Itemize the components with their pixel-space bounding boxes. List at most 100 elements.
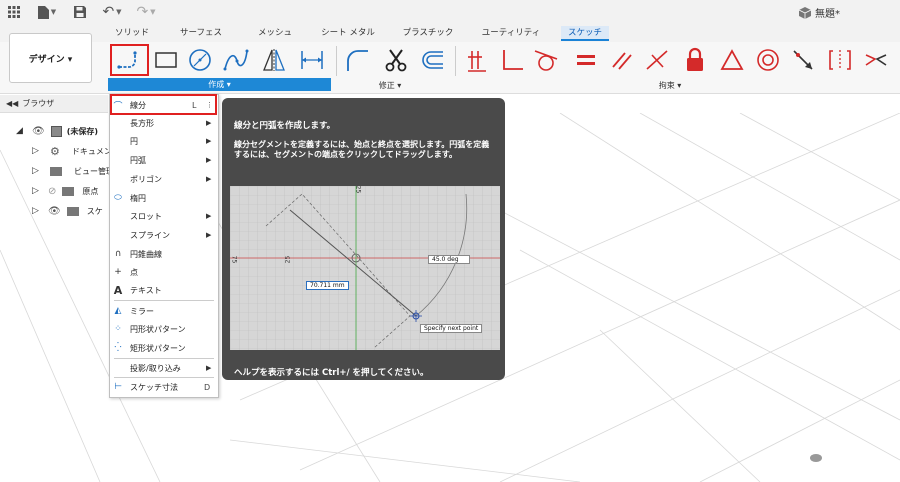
spline-icon (223, 49, 249, 71)
concentric-constraint-button[interactable] (754, 46, 782, 74)
equal-constraint-button[interactable] (572, 46, 600, 74)
ellipse-icon: ⬭ (114, 193, 122, 203)
fillet-tool-button[interactable] (343, 46, 371, 74)
dimension-label-left: 75 (230, 255, 238, 264)
menu-item-text[interactable]: A テキスト (110, 281, 218, 299)
save-button[interactable] (72, 3, 88, 21)
parallel-constraint-button[interactable] (608, 46, 636, 74)
symmetry-constraint-button[interactable] (862, 46, 890, 74)
tree-item-label: 原点 (82, 186, 99, 196)
triangle-constraint-button[interactable] (718, 46, 746, 74)
eye-hidden-icon[interactable]: ⊘ (48, 186, 56, 197)
mirror-tool-button[interactable] (260, 46, 288, 74)
undo-icon: ↶ (102, 4, 115, 20)
tab-surface[interactable]: サーフェス (175, 26, 227, 41)
coincident-constraint-button[interactable] (789, 46, 817, 74)
collinear-icon (829, 50, 851, 70)
create-dropdown-menu: ⌒ 線分 L ⋮ 長方形 ▶ 円 ▶ 円弧 ▶ ポリゴン ▶ ⬭ 楕円 スロット ▶ スプラ… (109, 94, 219, 398)
expand-triangle-icon[interactable]: ▷ (32, 186, 42, 196)
fix-constraint-button[interactable] (463, 46, 491, 74)
document-title: 無題* (799, 5, 840, 20)
menu-item-sketch-dimension[interactable]: ⊢ スケッチ寸法 D (110, 378, 218, 396)
perpendicular-constraint-button[interactable] (498, 46, 526, 74)
menu-item-arc[interactable]: 円弧 ▶ (110, 151, 218, 169)
menu-item-polygon[interactable]: ポリゴン ▶ (110, 170, 218, 188)
tab-sketch[interactable]: スケッチ (561, 26, 609, 41)
mirror-icon (263, 49, 285, 71)
file-menu-button[interactable]: ▼ (34, 3, 60, 21)
fix-lock-button[interactable] (681, 46, 709, 74)
constraints-group-menu[interactable]: 拘束 ▾ (640, 80, 700, 92)
mirror-icon: ◭ (114, 306, 122, 316)
sketch-dimension-button[interactable] (298, 46, 326, 74)
menu-item-point[interactable]: + 点 (110, 263, 218, 281)
trim-tool-button[interactable] (382, 46, 410, 74)
tab-solid[interactable]: ソリッド (112, 26, 152, 41)
spline-tool-button[interactable] (222, 46, 250, 74)
menu-item-slot[interactable]: スロット ▶ (110, 207, 218, 225)
cursor-prompt-tag: Specify next point (420, 324, 483, 333)
file-icon (37, 5, 49, 19)
triangle-icon (720, 49, 744, 70)
tangent-icon (534, 50, 558, 71)
dimension-icon: ⊢ (114, 382, 122, 392)
menu-item-project-include[interactable]: 投影/取り込み ▶ (110, 359, 218, 377)
grid-menu-icon[interactable] (6, 3, 22, 21)
cube-icon (799, 6, 811, 19)
tree-item-root[interactable]: ◢ 👁 (未保存) (16, 122, 98, 140)
point-icon: + (114, 267, 122, 277)
line-tool-highlight (110, 44, 149, 76)
expand-triangle-icon[interactable]: ▷ (32, 146, 42, 156)
menu-item-conic-curve[interactable]: ∩ 円錐曲線 (110, 245, 218, 263)
circle-tool-button[interactable] (186, 46, 214, 74)
create-group-menu[interactable]: 作成 ▾ (108, 78, 331, 91)
undo-button[interactable]: ↶ ▼ (98, 3, 126, 21)
tree-item-origin[interactable]: ▷ ⊘ 原点 (32, 182, 98, 200)
conic-icon: ∩ (114, 249, 122, 259)
menu-item-circular-pattern[interactable]: ⁘ 円形状パターン (110, 320, 218, 338)
scissors-icon (385, 49, 407, 72)
create-group-label: 作成 ▾ (208, 80, 231, 89)
origin-marker (810, 454, 822, 462)
tab-mesh[interactable]: メッシュ (255, 26, 295, 41)
menu-item-ellipse[interactable]: ⬭ 楕円 (110, 189, 218, 207)
tab-sheet-metal[interactable]: シート メタル (318, 26, 378, 41)
line-menu-highlight (110, 94, 217, 115)
menu-item-spline[interactable]: スプライン ▶ (110, 226, 218, 244)
workspace-switcher-button[interactable]: デザイン ▾ (9, 33, 92, 83)
offset-tool-button[interactable] (418, 46, 446, 74)
tab-utility[interactable]: ユーティリティ (480, 26, 542, 41)
tree-item-sketches[interactable]: ▷ 👁 スケ (32, 202, 103, 220)
tree-item-document-settings[interactable]: ▷ ⚙ ドキュメン (32, 142, 112, 160)
eye-icon[interactable]: 👁 (48, 206, 61, 217)
expand-triangle-icon[interactable]: ▷ (32, 206, 42, 216)
redo-button[interactable]: ↷ ▼ (132, 3, 160, 21)
submenu-arrow-icon: ▶ (206, 231, 212, 239)
ribbon-tabs: ソリッド サーフェス メッシュ シート メタル プラスチック ユーティリティ ス… (0, 24, 900, 42)
browser-header[interactable]: ◀◀ ブラウザ (0, 95, 108, 113)
collapse-icon[interactable]: ◀◀ (6, 99, 18, 108)
collinear-constraint-button[interactable] (826, 46, 854, 74)
menu-item-rectangle[interactable]: 長方形 ▶ (110, 114, 218, 132)
document-title-text: 無題* (815, 9, 840, 20)
tree-item-named-views[interactable]: ▷ ビュー管理 (32, 162, 114, 180)
midpoint-constraint-button[interactable] (643, 46, 671, 74)
tooltip-help-hint: ヘルプを表示するには Ctrl+/ を押してください。 (234, 368, 429, 378)
rectangle-tool-button[interactable] (152, 46, 180, 74)
tooltip-illustration: 25 25 75 45.0 deg 70.711 mm Specify next… (230, 186, 500, 350)
menu-item-mirror[interactable]: ◭ ミラー (110, 302, 218, 320)
menu-item-rectangular-pattern[interactable]: ⁛ 矩形状パターン (110, 339, 218, 357)
tree-item-label: スケ (86, 206, 103, 216)
tab-plastic[interactable]: プラスチック (400, 26, 456, 41)
menu-item-circle[interactable]: 円 ▶ (110, 132, 218, 150)
collapse-triangle-icon[interactable]: ◢ (16, 126, 26, 136)
submenu-arrow-icon: ▶ (206, 212, 212, 220)
tangent-constraint-button[interactable] (532, 46, 560, 74)
dimension-label-side: 25 (284, 255, 292, 264)
eye-icon[interactable]: 👁 (32, 126, 45, 137)
midpoint-icon (646, 50, 668, 70)
expand-triangle-icon[interactable]: ▷ (32, 166, 42, 176)
rectangle-icon (155, 52, 177, 68)
workspace-label: デザイン ▾ (28, 54, 73, 65)
modify-group-menu[interactable]: 修正 ▾ (360, 80, 420, 92)
